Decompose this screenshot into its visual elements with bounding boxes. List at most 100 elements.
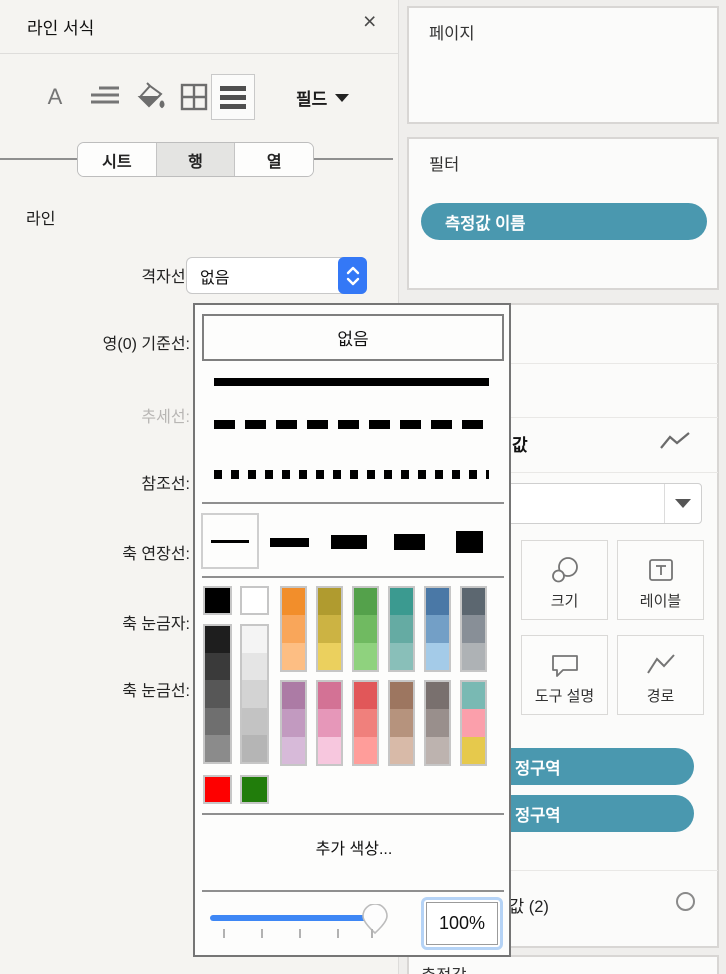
color-swatch-cell[interactable]: [318, 682, 341, 710]
line-none-option[interactable]: 없음: [202, 314, 504, 361]
color-swatch-cell[interactable]: [282, 682, 305, 710]
swatch-strip[interactable]: [316, 586, 343, 672]
alignment-icon[interactable]: [88, 78, 122, 116]
color-swatch-cell[interactable]: [462, 588, 485, 616]
thickness-option-3[interactable]: [331, 535, 367, 549]
swatch-strip[interactable]: [280, 680, 307, 766]
color-swatch-cell[interactable]: [242, 588, 267, 613]
color-swatch-cell[interactable]: [242, 707, 267, 735]
line-style-solid-option[interactable]: [214, 378, 489, 386]
color-swatch-cell[interactable]: [426, 736, 449, 764]
color-swatch-cell[interactable]: [426, 682, 449, 710]
stepper-icon[interactable]: [338, 257, 367, 294]
swatch-red[interactable]: [203, 775, 232, 804]
line-style-dotted-option[interactable]: [214, 470, 489, 479]
color-swatch-cell[interactable]: [318, 736, 341, 764]
color-swatch-cell[interactable]: [205, 653, 230, 681]
swatch-white[interactable]: [240, 586, 269, 615]
color-swatch-cell[interactable]: [282, 615, 305, 643]
color-swatch-cell[interactable]: [205, 707, 230, 735]
line-style-dashed-option[interactable]: [214, 420, 489, 429]
swatch-strip[interactable]: [424, 680, 451, 766]
color-swatch-cell[interactable]: [318, 615, 341, 643]
color-swatch-cell[interactable]: [205, 680, 230, 708]
color-swatch-cell[interactable]: [390, 709, 413, 737]
font-icon[interactable]: A: [38, 78, 72, 116]
thickness-option-4[interactable]: [394, 534, 425, 550]
color-swatch-cell[interactable]: [462, 615, 485, 643]
color-swatch-cell[interactable]: [462, 642, 485, 670]
color-swatch-cell[interactable]: [242, 653, 267, 681]
color-swatch-cell[interactable]: [354, 615, 377, 643]
color-swatch-cell[interactable]: [205, 626, 230, 654]
color-swatch-cell[interactable]: [242, 626, 267, 654]
color-swatch-cell[interactable]: [205, 588, 230, 613]
color-swatch-cell[interactable]: [205, 777, 230, 802]
swatch-green[interactable]: [240, 775, 269, 804]
color-palette: [195, 583, 513, 811]
color-swatch-cell[interactable]: [390, 642, 413, 670]
color-swatch-cell[interactable]: [426, 615, 449, 643]
color-swatch-cell[interactable]: [242, 680, 267, 708]
color-swatch-cell[interactable]: [390, 682, 413, 710]
color-swatch-cell[interactable]: [354, 682, 377, 710]
swatch-column-dark-grays[interactable]: [203, 624, 232, 764]
color-swatch-cell[interactable]: [354, 642, 377, 670]
color-swatch-cell[interactable]: [282, 736, 305, 764]
color-swatch-cell[interactable]: [390, 615, 413, 643]
borders-icon[interactable]: [177, 78, 211, 116]
label-button[interactable]: 레이블: [617, 540, 704, 620]
swatch-strip[interactable]: [352, 680, 379, 766]
color-swatch-cell[interactable]: [462, 682, 485, 710]
color-swatch-cell[interactable]: [390, 588, 413, 616]
path-button[interactable]: 경로: [617, 635, 704, 715]
field-dropdown-button[interactable]: 필드: [296, 85, 350, 110]
color-swatch-cell[interactable]: [462, 736, 485, 764]
opacity-slider[interactable]: [210, 915, 372, 921]
close-icon[interactable]: ×: [363, 10, 376, 33]
color-swatch-cell[interactable]: [390, 736, 413, 764]
gridline-select[interactable]: 없음: [186, 257, 367, 294]
filter-pill-measure-names[interactable]: 측정값 이름: [421, 203, 707, 240]
color-swatch-cell[interactable]: [282, 709, 305, 737]
swatch-strip[interactable]: [460, 680, 487, 766]
more-colors-option[interactable]: 추가 색상...: [195, 835, 513, 859]
tab-sheet[interactable]: 시트: [78, 143, 156, 176]
color-swatch-cell[interactable]: [318, 642, 341, 670]
tooltip-button[interactable]: 도구 설명: [521, 635, 608, 715]
color-swatch-cell[interactable]: [426, 642, 449, 670]
color-swatch-cell[interactable]: [282, 642, 305, 670]
color-swatch-cell[interactable]: [318, 709, 341, 737]
swatch-strip[interactable]: [316, 680, 343, 766]
thickness-option-2[interactable]: [270, 538, 309, 547]
color-swatch-cell[interactable]: [426, 709, 449, 737]
swatch-black[interactable]: [203, 586, 232, 615]
color-swatch-cell[interactable]: [242, 777, 267, 802]
opacity-input[interactable]: 100%: [421, 897, 503, 950]
tab-row[interactable]: 행: [155, 143, 235, 176]
color-swatch-cell[interactable]: [354, 588, 377, 616]
color-swatch-cell[interactable]: [242, 734, 267, 763]
color-swatch-cell[interactable]: [426, 588, 449, 616]
swatch-column-light-grays[interactable]: [240, 624, 269, 764]
swatch-strip[interactable]: [460, 586, 487, 672]
lines-icon[interactable]: [211, 74, 255, 120]
thickness-option-1-selected[interactable]: [201, 513, 259, 569]
swatch-strip[interactable]: [352, 586, 379, 672]
color-swatch-cell[interactable]: [354, 736, 377, 764]
size-button[interactable]: 크기: [521, 540, 608, 620]
color-swatch-cell[interactable]: [205, 734, 230, 763]
swatch-strip[interactable]: [388, 586, 415, 672]
opacity-slider-thumb[interactable]: [361, 903, 389, 941]
shading-icon[interactable]: [134, 78, 168, 116]
color-swatch-cell[interactable]: [354, 709, 377, 737]
swatch-strip[interactable]: [388, 680, 415, 766]
tab-column[interactable]: 열: [234, 143, 313, 176]
thickness-option-5[interactable]: [456, 531, 483, 553]
select-arrow-button[interactable]: [664, 484, 701, 523]
color-swatch-cell[interactable]: [462, 709, 485, 737]
color-swatch-cell[interactable]: [282, 588, 305, 616]
swatch-strip[interactable]: [280, 586, 307, 672]
color-swatch-cell[interactable]: [318, 588, 341, 616]
swatch-strip[interactable]: [424, 586, 451, 672]
